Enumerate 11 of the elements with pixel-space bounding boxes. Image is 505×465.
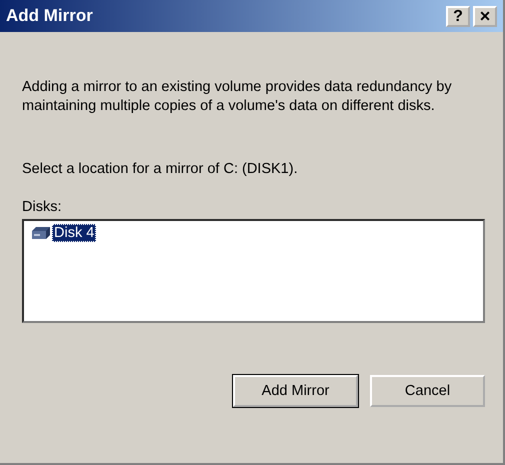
add-mirror-button[interactable]: Add Mirror: [233, 375, 358, 407]
cancel-button[interactable]: Cancel: [370, 375, 485, 407]
disks-label: Disks:: [22, 199, 62, 215]
close-button[interactable]: ×: [473, 6, 497, 26]
disk-list-item[interactable]: Disk 4: [52, 224, 96, 242]
prompt-text: Select a location for a mirror of C: (DISK1).: [22, 161, 299, 177]
disks-list[interactable]: Disk 4: [22, 219, 485, 323]
disk-drive-icon: [30, 225, 52, 241]
description-text: Adding a mirror to an existing volume provides data redundancy by maintaining multiple copies of a volume's data on different disks.: [22, 78, 453, 116]
window-title: Add Mirror: [6, 6, 93, 26]
help-button[interactable]: ?: [446, 6, 470, 26]
